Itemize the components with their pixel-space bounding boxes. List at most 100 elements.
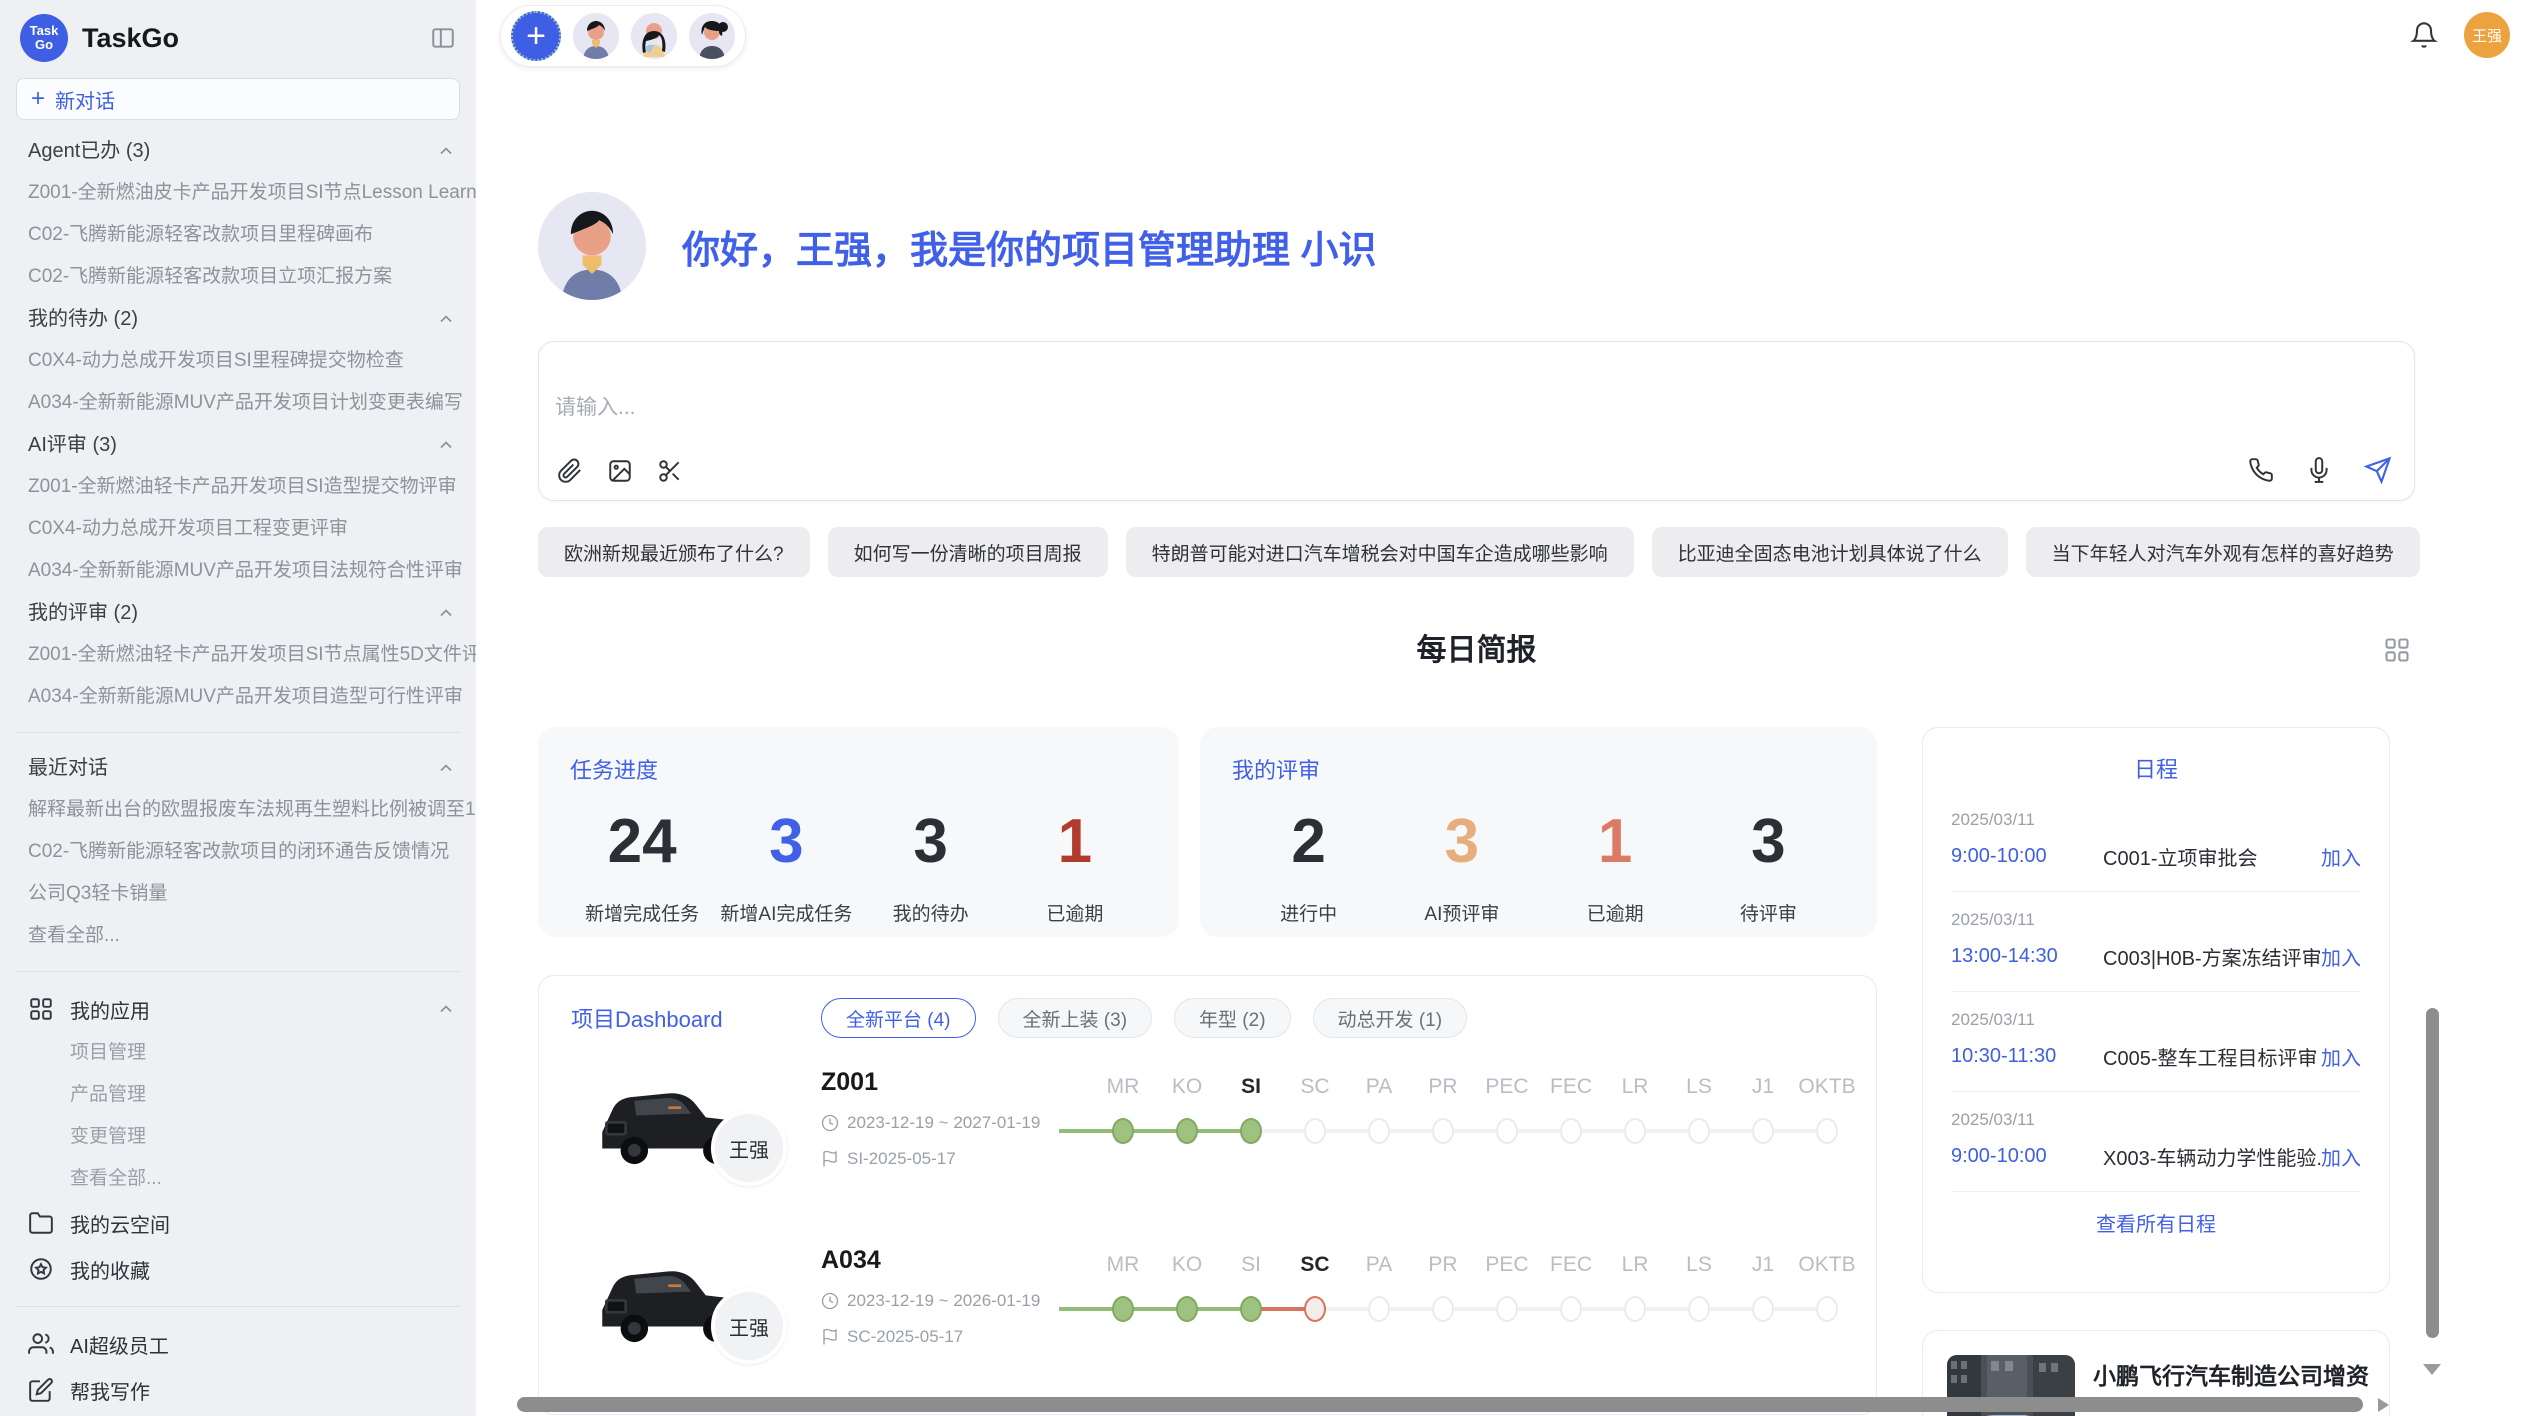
layout-grid-icon[interactable] [2383,636,2411,664]
project-row-z001[interactable]: 王强 Z001 2023-12-19 ~ 2027-01-19 SI-2025-… [571,1066,1844,1216]
sidebar-task-item[interactable]: A034-全新新能源MUV产品开发项目造型可行性评审 [0,676,476,718]
filter-chip-platform[interactable]: 全新平台 (4) [821,998,976,1038]
join-meeting-link[interactable]: 加入 [2321,842,2361,871]
section-my-todo[interactable]: 我的待办 (2) [0,298,476,340]
recent-chat-view-all[interactable]: 查看全部... [0,915,476,957]
stat-value: 1 [1539,803,1692,881]
flag-icon [821,1150,839,1168]
join-meeting-link[interactable]: 加入 [2321,942,2361,971]
filter-chip-body[interactable]: 全新上装 (3) [998,998,1153,1038]
sidebar-item-label: 帮我写作 [70,1376,456,1405]
stat-value: 3 [714,803,858,881]
chevron-up-icon[interactable] [436,141,456,161]
user-avatar[interactable]: 王强 [2464,12,2510,58]
agent-avatar-bar: + [500,5,746,67]
chevron-up-icon[interactable] [436,435,456,455]
suggestion-chip[interactable]: 特朗普可能对进口汽车增税会对中国车企造成哪些影响 [1126,527,1634,577]
schedule-date: 2025/03/11 [1951,810,2361,830]
phone-call-icon[interactable] [2248,457,2274,483]
sidebar-task-item[interactable]: A034-全新新能源MUV产品开发项目计划变更表编写 [0,382,476,424]
agent-avatar-2[interactable] [631,13,677,59]
assistant-avatar [538,192,646,300]
sidebar-item-cloud-space[interactable]: 我的云空间 [0,1200,476,1246]
chevron-up-icon[interactable] [436,309,456,329]
section-my-review[interactable]: 我的评审 (2) [0,592,476,634]
milestone-dot [1432,1118,1454,1144]
recent-chat-item[interactable]: C02-飞腾新能源轻客改款项目的闭环通告反馈情况 [0,831,476,873]
section-recent-chats[interactable]: 最近对话 [0,747,476,789]
app-link-product-mgmt[interactable]: 产品管理 [0,1074,476,1116]
attachment-icon[interactable] [557,458,583,484]
milestone-oktb: OKTB [1795,1072,1859,1144]
add-agent-button[interactable]: + [511,11,561,61]
chevron-up-icon[interactable] [436,758,456,778]
app-link-change-mgmt[interactable]: 变更管理 [0,1116,476,1158]
write-icon [28,1377,54,1403]
scroll-right-arrow[interactable] [2378,1398,2389,1412]
vertical-scrollbar[interactable] [2426,1008,2439,1338]
send-icon[interactable] [2364,456,2392,484]
scissors-icon[interactable] [657,458,683,484]
sidebar-task-item[interactable]: C02-飞腾新能源轻客改款项目里程碑画布 [0,214,476,256]
app-link-project-mgmt[interactable]: 项目管理 [0,1032,476,1074]
sidebar-header: Task Go TaskGo [0,0,476,72]
sidebar-item-label: 我的收藏 [70,1255,456,1284]
agent-avatar-3[interactable] [689,13,735,59]
filter-chip-powertrain[interactable]: 动总开发 (1) [1313,998,1468,1038]
milestone-dot [1240,1296,1262,1322]
briefing-header: 每日简报 [538,628,2415,674]
sidebar-lists: Agent已办 (3) Z001-全新燃油皮卡产品开发项目SI节点Lesson … [0,120,476,1416]
recent-chat-item[interactable]: 公司Q3轻卡销量 [0,873,476,915]
filter-chip-year[interactable]: 年型 (2) [1174,998,1291,1038]
milestone-ls: LS [1667,1072,1731,1144]
sidebar-item-ai-employee[interactable]: AI超级员工 [0,1321,476,1367]
scroll-down-arrow[interactable] [2423,1364,2441,1375]
sidebar-task-item[interactable]: C0X4-动力总成开发项目SI里程碑提交物检查 [0,340,476,382]
join-meeting-link[interactable]: 加入 [2321,1142,2361,1171]
suggestion-chip[interactable]: 比亚迪全固态电池计划具体说了什么 [1652,527,2008,577]
app-link-view-all[interactable]: 查看全部... [0,1158,476,1200]
agent-avatar-1[interactable] [573,13,619,59]
suggestion-chip[interactable]: 欧洲新规最近颁布了什么? [538,527,810,577]
image-upload-icon[interactable] [607,458,633,484]
milestone-ko: KO [1155,1072,1219,1144]
section-label: Agent已办 (3) [28,130,436,172]
chevron-up-icon[interactable] [436,603,456,623]
divider [16,732,460,733]
dashboard-title: 项目Dashboard [571,1002,821,1034]
sidebar-item-favorites[interactable]: 我的收藏 [0,1246,476,1292]
chat-input[interactable] [555,396,1755,420]
sidebar-task-item[interactable]: A034-全新新能源MUV产品开发项目法规符合性评审 [0,550,476,592]
schedule-event-title: C005-整车工程目标评审 [2103,1042,2321,1071]
people-icon [28,1331,54,1357]
sidebar-item-help-write[interactable]: 帮我写作 [0,1367,476,1413]
sidebar-task-item[interactable]: Z001-全新燃油皮卡产品开发项目SI节点Lesson Learn报告 [0,172,476,214]
section-agent-done[interactable]: Agent已办 (3) [0,130,476,172]
milestone-dot [1688,1118,1710,1144]
milestone-mr: MR [1091,1250,1155,1322]
project-row-a034[interactable]: 王强 A034 2023-12-19 ~ 2026-01-19 SC-2025-… [571,1244,1844,1394]
view-all-schedule-link[interactable]: 查看所有日程 [1951,1192,2361,1253]
horizontal-scrollbar[interactable] [517,1397,2363,1412]
join-meeting-link[interactable]: 加入 [2321,1042,2361,1071]
recent-chat-item[interactable]: 解释最新出台的欧盟报废车法规再生塑料比例被调至15%... [0,789,476,831]
suggestion-chip[interactable]: 当下年轻人对汽车外观有怎样的喜好趋势 [2026,527,2420,577]
section-ai-review[interactable]: AI评审 (3) [0,424,476,466]
sidebar-task-item[interactable]: C0X4-动力总成开发项目工程变更评审 [0,508,476,550]
suggestion-chip[interactable]: 如何写一份清晰的项目周报 [828,527,1108,577]
sidebar-task-item[interactable]: Z001-全新燃油轻卡产品开发项目SI节点属性5D文件评审 [0,634,476,676]
project-dates: 2023-12-19 ~ 2026-01-19 [821,1291,1091,1311]
sidebar-task-item[interactable]: C02-飞腾新能源轻客改款项目立项汇报方案 [0,256,476,298]
milestone-dot [1112,1118,1134,1144]
microphone-icon[interactable] [2306,457,2332,483]
sidebar-item-my-apps[interactable]: 我的应用 [0,986,476,1032]
logo-text-top: Task [30,24,59,38]
schedule-time: 9:00-10:00 [1951,845,2103,868]
sidebar-task-item[interactable]: Z001-全新燃油轻卡产品开发项目SI造型提交物评审 [0,466,476,508]
collapse-sidebar-icon[interactable] [430,25,456,51]
new-chat-button[interactable]: + 新对话 [16,78,460,120]
sidebar: Task Go TaskGo + 新对话 Agent已办 (3) Z001-全新… [0,0,476,1416]
notification-bell-icon[interactable] [2410,21,2438,49]
chevron-up-icon[interactable] [436,999,456,1019]
divider [16,1306,460,1307]
